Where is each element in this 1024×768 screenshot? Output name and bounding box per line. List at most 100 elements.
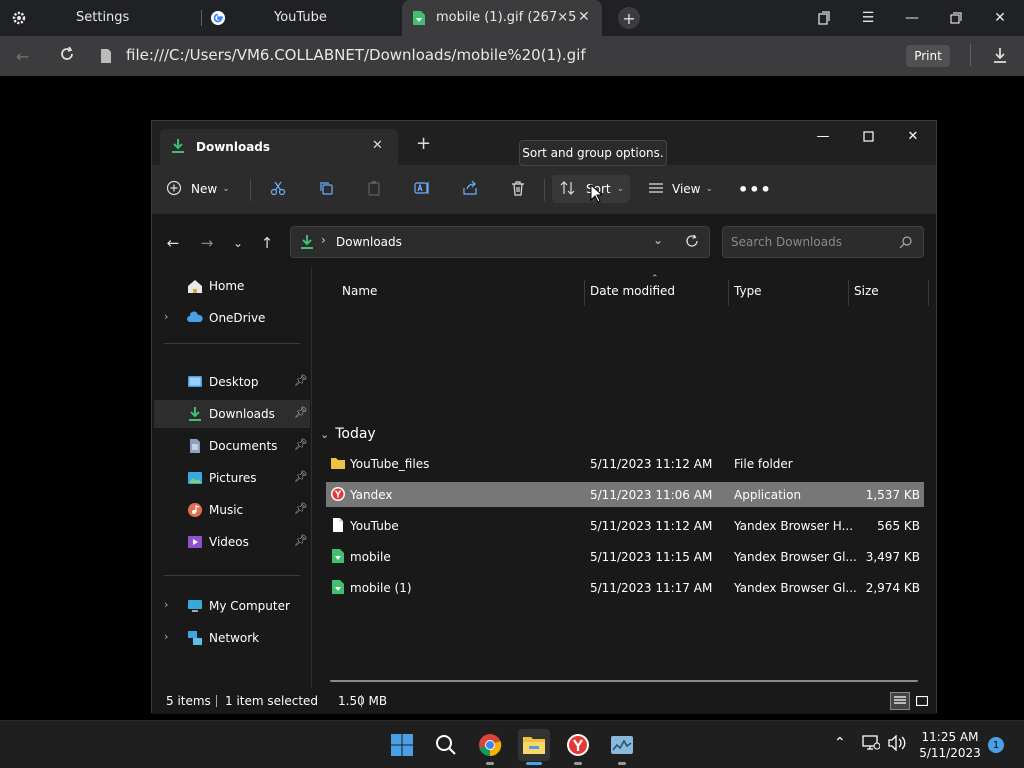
paste-button[interactable] [366,175,386,203]
chevron-right-icon[interactable]: › [164,310,168,323]
table-row[interactable]: mobile (1) 5/11/2023 11:17 AM Yandex Bro… [326,575,924,600]
breadcrumb[interactable]: Downloads [336,235,402,249]
new-button[interactable]: New ⌄ [166,175,238,203]
column-header-name[interactable]: Name [342,276,582,306]
pin-icon: 📌︎ [294,438,308,451]
group-header-today[interactable]: ⌄ Today [320,426,376,442]
start-button[interactable] [386,729,418,761]
explorer-tab-downloads[interactable]: Downloads ✕ [160,129,398,165]
sidebar-item-home[interactable]: Home [154,272,310,300]
rename-button[interactable] [414,175,434,203]
sidebar-item-network[interactable]: › Network [154,624,310,652]
sidebar-item-music[interactable]: Music 📌︎ [154,496,310,524]
sort-ascending-icon: ⌃ [651,274,659,284]
reload-icon[interactable] [58,45,76,66]
cut-button[interactable] [270,175,290,203]
table-row[interactable]: Yandex 5/11/2023 11:06 AM Application 1,… [326,482,924,507]
clipboard-icon [366,180,382,199]
view-label: View [672,182,701,196]
sidebar-item-downloads[interactable]: Downloads 📌︎ [154,400,310,428]
system-clock[interactable]: 11:25 AM 5/11/2023 [912,729,988,761]
table-row[interactable]: YouTube_files 5/11/2023 11:12 AM File fo… [326,451,924,476]
volume-icon[interactable] [888,734,906,754]
file-date: 5/11/2023 11:17 AM [590,581,713,595]
chevron-down-icon: ⌄ [320,427,330,441]
sidebar-item-documents[interactable]: Documents 📌︎ [154,432,310,460]
network-status-icon[interactable] [862,735,881,754]
minimize-button[interactable]: — [800,121,846,151]
chevron-right-icon[interactable]: › [164,598,168,611]
chevron-down-icon: ⌄ [222,184,230,194]
column-header-size[interactable]: Size [854,276,924,306]
back-button[interactable]: ← [162,232,184,254]
notification-badge[interactable]: 1 [988,737,1004,753]
status-selection: 1 item selected [225,694,319,708]
chevron-right-icon[interactable]: › [164,630,168,643]
search-button[interactable] [430,729,462,761]
tab-mobile-gif[interactable]: mobile (1).gif (267×540 ✕ [402,0,602,36]
sidebar-item-desktop[interactable]: Desktop 📌︎ [154,368,310,396]
plus-circle-icon [166,180,182,199]
chevron-down-icon: ⌄ [705,184,714,194]
pin-icon: 📌︎ [294,534,308,547]
file-size: 2,974 KB [865,581,920,595]
view-button[interactable]: View ⌄ [648,175,714,203]
close-icon[interactable]: ✕ [372,138,383,153]
music-icon [187,502,203,518]
address-box[interactable]: › Downloads ⌄ [290,226,710,258]
close-icon[interactable]: ✕ [578,9,590,25]
tab-settings[interactable]: Settings [0,0,200,36]
yandex-icon [330,486,346,502]
close-window-button[interactable]: ✕ [890,121,936,151]
close-window-button[interactable]: ✕ [978,0,1022,36]
new-tab-button[interactable]: + [416,133,431,154]
sidebar-item-onedrive[interactable]: › OneDrive [154,304,310,332]
address-text[interactable]: file:///C:/Users/VM6.COLLABNET/Downloads… [126,46,586,64]
back-icon[interactable]: ← [16,47,29,66]
file-explorer-taskbar-button[interactable] [518,729,550,761]
status-size: 1.50 MB [338,694,388,708]
monitor-app-taskbar-button[interactable] [606,729,638,761]
refresh-icon[interactable] [685,234,699,251]
delete-button[interactable] [510,175,530,203]
recent-locations-button[interactable]: ⌄ [227,232,249,254]
minimize-button[interactable]: — [890,0,934,36]
search-input[interactable]: Search Downloads [722,226,924,258]
tab-search-button[interactable] [802,0,846,36]
copy-button[interactable] [318,175,338,203]
copy-icon [318,180,334,199]
horizontal-scrollbar[interactable] [330,680,918,682]
menu-button[interactable]: ☰ [846,0,890,36]
share-button[interactable] [462,175,482,203]
up-button[interactable]: ↑ [256,232,278,254]
pin-icon: 📌︎ [294,374,308,387]
file-date: 5/11/2023 11:12 AM [590,457,713,471]
chevron-down-icon[interactable]: ⌄ [653,233,663,247]
sidebar-item-my-computer[interactable]: › My Computer [154,592,310,620]
download-icon[interactable] [991,46,1009,67]
new-tab-button[interactable]: + [618,7,640,29]
print-button[interactable]: Print [906,45,950,67]
browser-tab-bar: Settings YouTube mobile (1).gif (267×540… [0,0,1024,36]
chrome-taskbar-button[interactable] [474,729,506,761]
yandex-taskbar-button[interactable] [562,729,594,761]
restore-button[interactable] [934,0,978,36]
details-view-button[interactable] [890,692,910,710]
sidebar-item-pictures[interactable]: Pictures 📌︎ [154,464,310,492]
tab-youtube[interactable]: YouTube [202,0,398,36]
maximize-button[interactable] [845,121,891,151]
gear-icon [11,10,27,30]
more-options-button[interactable]: ••• [738,175,771,203]
new-label: New [191,182,218,196]
group-header-label: Today [335,426,376,442]
gif-file-icon [412,10,426,30]
column-header-type[interactable]: Type [734,276,844,306]
sidebar-item-videos[interactable]: Videos 📌︎ [154,528,310,556]
tiles-view-button[interactable] [912,692,932,710]
table-row[interactable]: mobile 5/11/2023 11:15 AM Yandex Browser… [326,544,924,569]
column-header-date[interactable]: Date modified [590,276,730,306]
chevron-up-icon[interactable]: ⌃ [834,735,846,751]
file-name: YouTube_files [350,457,430,471]
table-row[interactable]: YouTube 5/11/2023 11:12 AM Yandex Browse… [326,513,924,538]
forward-button[interactable]: → [196,232,218,254]
